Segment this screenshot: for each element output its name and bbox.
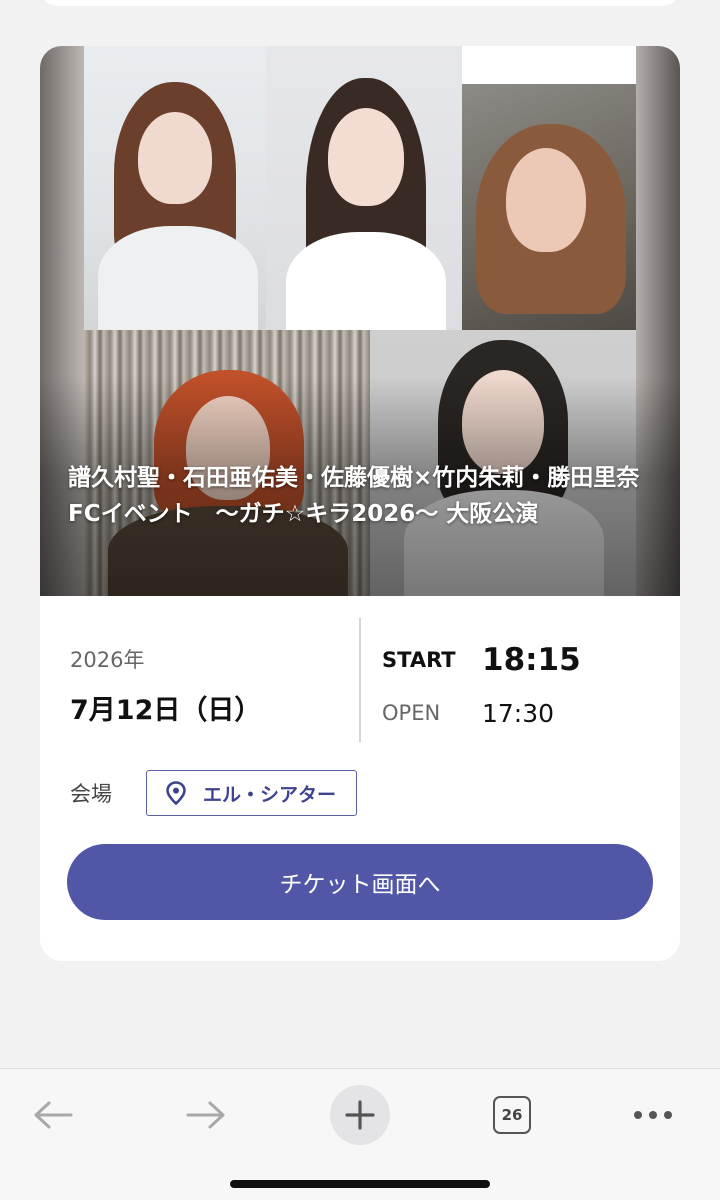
arrow-right-icon bbox=[186, 1101, 225, 1129]
divider bbox=[359, 618, 361, 742]
arrow-left-icon bbox=[34, 1101, 73, 1129]
member-photo bbox=[84, 46, 266, 330]
member-photo-background bbox=[462, 46, 636, 84]
map-pin-icon bbox=[166, 781, 186, 805]
venue-label: 会場 bbox=[70, 782, 112, 806]
event-times: START 18:15 OPEN 17:30 bbox=[382, 636, 672, 732]
member-photo bbox=[462, 84, 636, 330]
open-label: OPEN bbox=[382, 701, 441, 725]
event-day: 7月12日（日） bbox=[70, 695, 262, 726]
venue-row: 会場 エル・シアター bbox=[70, 770, 358, 816]
venue-button[interactable]: エル・シアター bbox=[146, 770, 358, 816]
ticket-screen-button[interactable]: チケット画面へ bbox=[67, 844, 653, 920]
event-title: 譜久村聖・石田亜佑美・佐藤優樹×竹内朱莉・勝田里奈FCイベント ～ガチ☆キラ20… bbox=[68, 465, 640, 527]
tabs-button[interactable]: 26 bbox=[476, 1079, 548, 1151]
event-card[interactable]: 譜久村聖・石田亜佑美・佐藤優樹×竹内朱莉・勝田里奈FCイベント ～ガチ☆キラ20… bbox=[40, 46, 680, 961]
more-button[interactable] bbox=[617, 1079, 689, 1151]
forward-button[interactable] bbox=[170, 1079, 242, 1151]
plus-icon bbox=[345, 1100, 375, 1130]
home-indicator bbox=[230, 1180, 490, 1188]
member-photo bbox=[266, 46, 462, 330]
start-time: 18:15 bbox=[482, 642, 581, 678]
event-hero-image[interactable]: 譜久村聖・石田亜佑美・佐藤優樹×竹内朱莉・勝田里奈FCイベント ～ガチ☆キラ20… bbox=[40, 46, 680, 596]
start-label: START bbox=[382, 648, 456, 672]
event-date: 2026年 7月12日（日） bbox=[70, 644, 350, 727]
open-time: 17:30 bbox=[482, 698, 555, 728]
tab-count: 26 bbox=[493, 1096, 531, 1134]
new-tab-button[interactable] bbox=[324, 1079, 396, 1151]
previous-card bbox=[40, 0, 680, 6]
more-dots-icon bbox=[634, 1111, 672, 1119]
event-year: 2026年 bbox=[70, 648, 145, 672]
back-button[interactable] bbox=[17, 1079, 89, 1151]
venue-name: エル・シアター bbox=[203, 783, 337, 806]
